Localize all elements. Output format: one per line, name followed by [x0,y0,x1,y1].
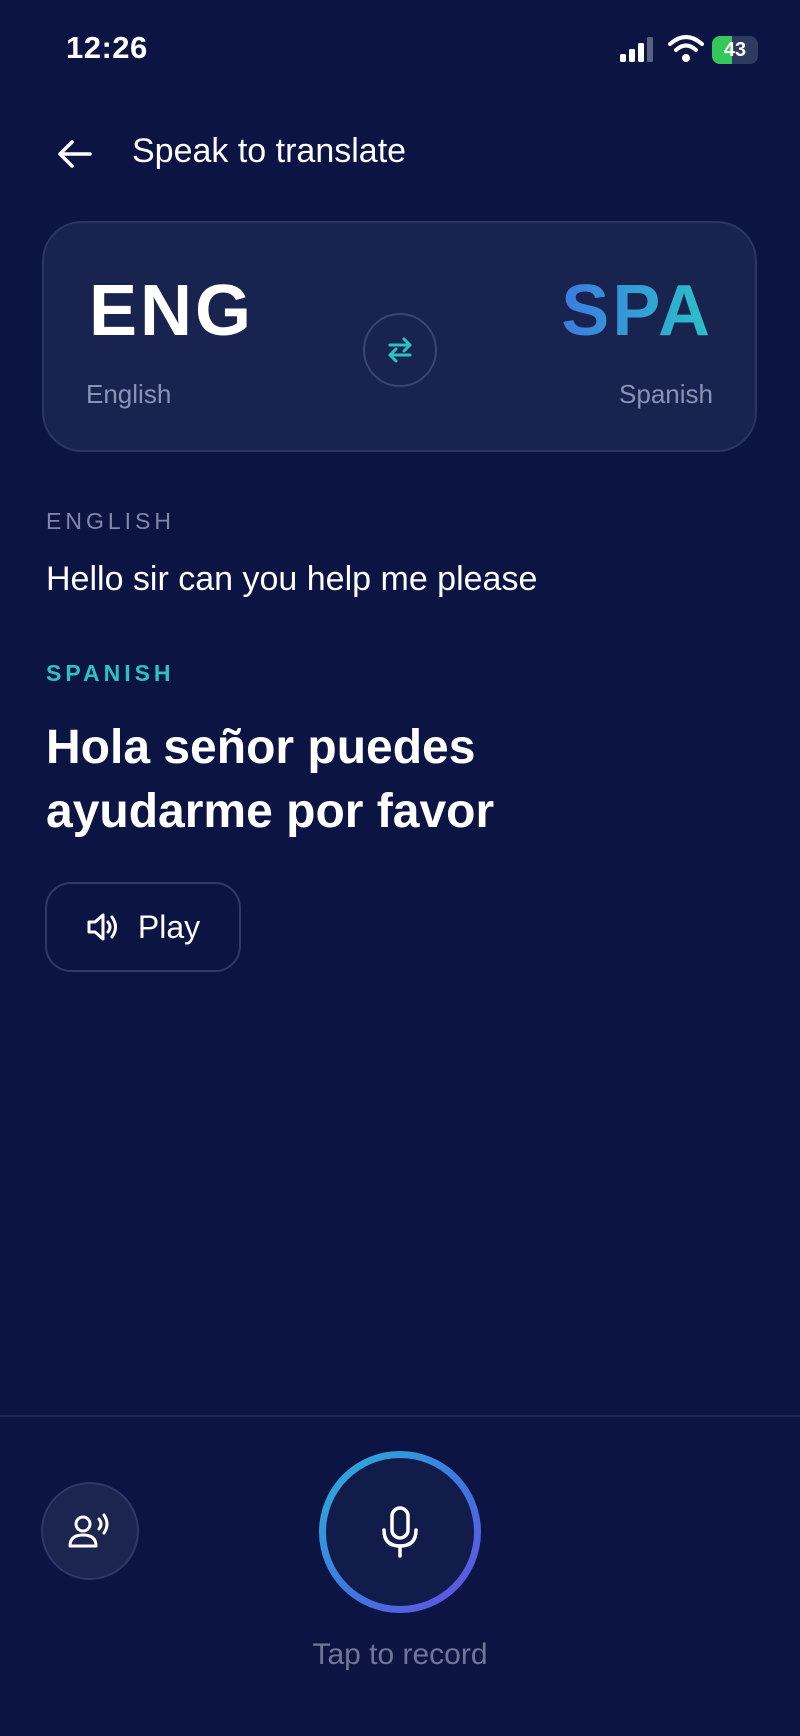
translated-text: Hola señor puedes ayudarme por favor [46,721,495,838]
back-button[interactable] [48,128,100,180]
record-hint: Tap to record [312,1638,488,1671]
language-selector-card: ENG English SPA Spanish [42,221,757,452]
swap-languages-button[interactable] [363,313,437,387]
record-button-inner [326,1458,474,1606]
microphone-icon [382,1506,418,1558]
target-language-name: Spanish [619,379,713,409]
source-language-name: English [86,379,172,409]
arrow-left-icon [58,140,92,168]
source-transcript-text: Hello sir can you help me please [46,560,538,598]
play-button[interactable]: Play [45,882,241,972]
battery-indicator: 43 [712,36,758,64]
target-language-code[interactable]: SPA [561,275,713,347]
wifi-icon [668,35,704,62]
play-label: Play [137,908,201,945]
source-language-code[interactable]: ENG [89,275,254,347]
voice-person-icon [68,1513,109,1548]
source-language-label: ENGLISH [46,508,175,534]
status-time: 12:26 [66,30,148,65]
cellular-signal-icon [620,37,653,62]
status-bar: 12:26 43 [0,0,800,100]
battery-percent: 43 [723,39,747,61]
speaker-icon [87,913,117,941]
page-title: Speak to translate [132,132,407,170]
swap-arrows-icon [388,337,412,363]
conversation-mode-button[interactable] [41,1482,139,1580]
record-button[interactable] [319,1451,481,1613]
target-language-label: SPANISH [46,660,175,686]
